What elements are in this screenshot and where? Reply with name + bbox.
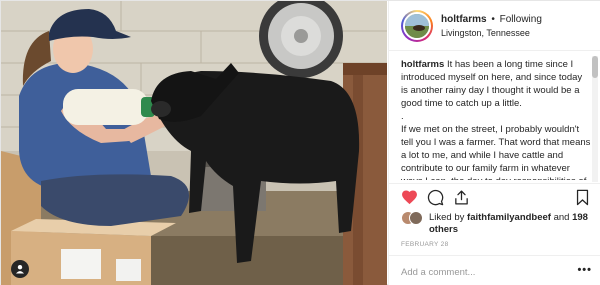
caption-username[interactable]: holtfarms [401, 59, 444, 70]
share-icon [455, 190, 468, 205]
likes-text: Liked by faithfamilyandbeef and 198 othe… [429, 212, 594, 236]
likes-prefix: Liked by [429, 212, 465, 223]
caption-scrollbar[interactable] [592, 56, 598, 182]
actions-divider [389, 183, 600, 184]
comment-button[interactable] [427, 189, 445, 207]
heart-icon [402, 190, 417, 205]
caption-separator: . [401, 111, 404, 122]
header-separator: • [491, 14, 495, 25]
post-header: holtfarms • Following Livingston, Tennes… [389, 1, 600, 51]
bookmark-icon [576, 189, 589, 206]
author-avatar[interactable] [401, 10, 433, 42]
avatar-image [403, 12, 431, 40]
tagged-users-icon[interactable] [11, 260, 29, 278]
save-button[interactable] [575, 189, 593, 207]
follow-status-button[interactable]: Following [500, 14, 542, 25]
liker-username[interactable]: faithfamilyandbeef [467, 212, 551, 223]
instagram-post: holtfarms • Following Livingston, Tennes… [0, 0, 600, 285]
post-caption: holtfarms It has been a long time since … [401, 58, 591, 180]
caption-paragraph-2: If we met on the street, I probably woul… [401, 124, 591, 180]
author-row: holtfarms • Following [441, 14, 542, 25]
avatar-landscape-icon [405, 14, 429, 38]
post-side-panel: holtfarms • Following Livingston, Tennes… [388, 1, 600, 285]
more-options-button[interactable]: ••• [577, 265, 592, 276]
comment-input[interactable] [401, 264, 561, 280]
share-button[interactable] [453, 189, 471, 207]
author-username[interactable]: holtfarms [441, 14, 487, 25]
likes-conjunction: and [553, 212, 570, 223]
post-location[interactable]: Livingston, Tennessee [441, 28, 530, 38]
scrollbar-thumb[interactable] [592, 56, 598, 78]
likes-summary: Liked by faithfamilyandbeef and 198 othe… [401, 211, 596, 237]
like-button[interactable] [401, 189, 419, 207]
post-date[interactable]: FEBRUARY 28 [401, 241, 449, 248]
liker-avatar [409, 211, 423, 225]
post-actions [401, 189, 591, 209]
liker-avatars[interactable] [401, 211, 431, 225]
farm-photo-illustration [1, 1, 387, 285]
comment-icon [427, 189, 444, 206]
post-photo[interactable] [1, 1, 387, 285]
comment-bar: ••• [389, 255, 600, 285]
user-icon [16, 265, 24, 274]
